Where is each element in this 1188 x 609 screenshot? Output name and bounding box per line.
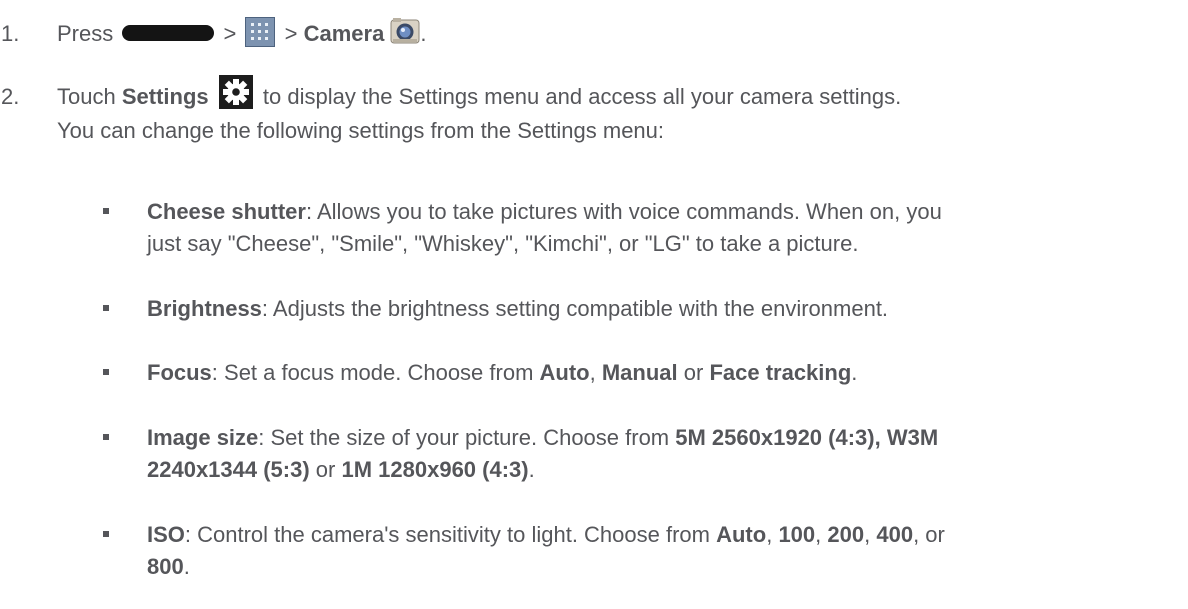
settings-description: to display the Settings menu and access … xyxy=(262,84,902,109)
setting-name: Cheese shutter xyxy=(147,199,306,224)
bullet-marker xyxy=(103,531,109,537)
touch-text: Touch xyxy=(57,84,116,109)
bullet-marker xyxy=(103,305,109,311)
end-punct: . xyxy=(420,21,427,46)
press-text: Press xyxy=(57,21,114,46)
apps-grid-icon xyxy=(245,17,276,48)
setting-name: ISO xyxy=(147,522,185,547)
camera-app-icon xyxy=(390,17,420,45)
separator: > xyxy=(284,21,298,46)
home-key-icon xyxy=(122,25,215,42)
separator: > xyxy=(223,21,237,46)
gear-icon xyxy=(218,75,253,110)
setting-name: Image size xyxy=(147,425,259,450)
step-number: 1. xyxy=(1,21,20,46)
bullet-marker xyxy=(103,369,109,375)
bullet-marker xyxy=(103,434,109,440)
settings-label: Settings xyxy=(121,84,209,109)
step-number: 2. xyxy=(1,84,20,109)
bullet-marker xyxy=(103,208,109,214)
instruction-page: 1. Press > > Camera. 2. Touch Settings t… xyxy=(0,0,1188,609)
setting-name: Brightness xyxy=(147,296,262,321)
setting-name: Focus xyxy=(147,360,212,385)
settings-intro: You can change the following settings fr… xyxy=(57,118,665,144)
camera-label: Camera xyxy=(303,21,385,46)
